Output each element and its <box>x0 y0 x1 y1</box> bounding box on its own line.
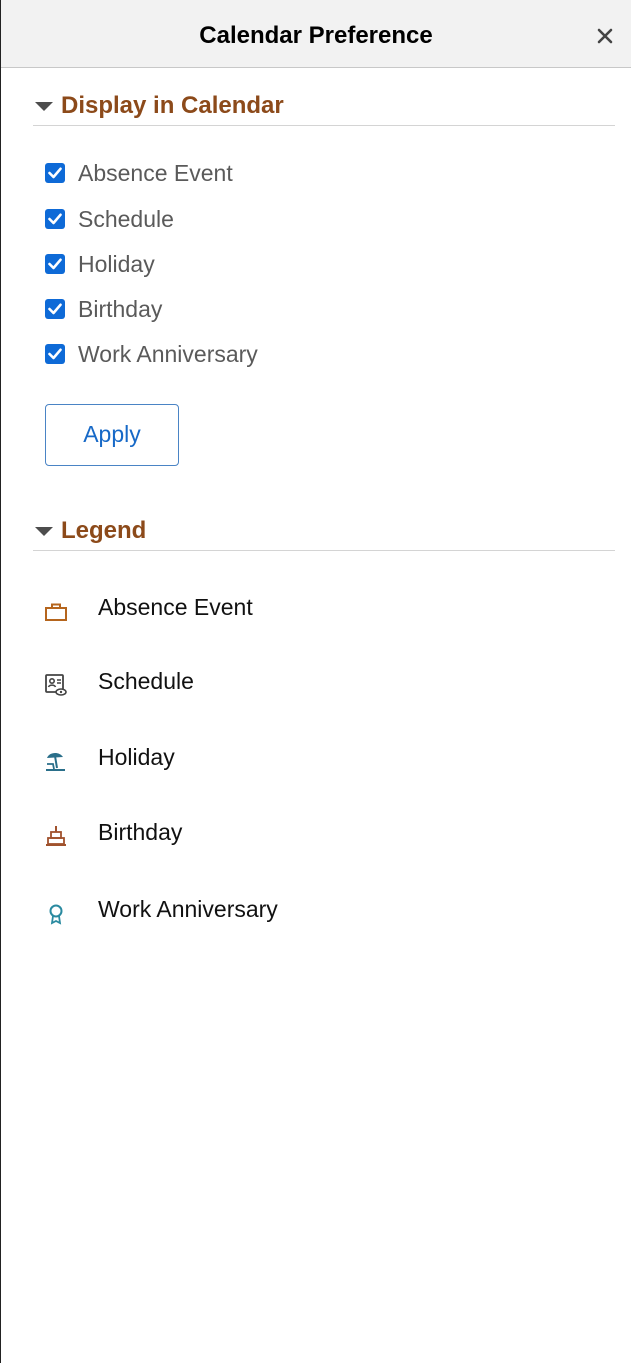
display-in-calendar-section-toggle[interactable]: Display in Calendar <box>33 90 615 126</box>
legend-item-absence-event: Absence Event <box>43 594 543 628</box>
beach-umbrella-icon <box>46 752 65 771</box>
legend-item-schedule: Schedule <box>43 668 543 702</box>
caret-down-icon <box>35 102 53 111</box>
award-ribbon-icon <box>49 904 63 925</box>
close-icon <box>597 28 613 44</box>
schedule-icon <box>45 674 67 696</box>
legend-section-toggle[interactable]: Legend <box>33 515 615 551</box>
checkmark-icon <box>48 303 62 315</box>
option-label: Schedule <box>78 206 174 232</box>
legend-label: Birthday <box>98 819 183 845</box>
panel-title: Calendar Preference <box>199 22 433 49</box>
holiday-checkbox[interactable] <box>45 254 65 274</box>
caret-down-icon <box>35 527 53 536</box>
schedule-checkbox[interactable] <box>45 209 65 229</box>
absence-event-checkbox[interactable] <box>45 163 65 183</box>
option-label: Work Anniversary <box>78 341 258 367</box>
option-label: Birthday <box>78 296 163 322</box>
checkmark-icon <box>48 167 62 179</box>
calendar-preference-panel: Calendar Preference Display in Calendar … <box>0 0 631 1363</box>
option-holiday[interactable]: Holiday <box>45 251 445 279</box>
legend-label: Schedule <box>98 668 194 694</box>
option-work-anniversary[interactable]: Work Anniversary <box>45 341 445 369</box>
option-label: Holiday <box>78 251 155 277</box>
option-birthday[interactable]: Birthday <box>45 296 445 324</box>
close-button[interactable] <box>593 24 617 48</box>
birthday-cake-icon <box>46 826 66 846</box>
section-title-legend: Legend <box>61 517 147 544</box>
legend-item-holiday: Holiday <box>43 744 543 778</box>
legend-item-work-anniversary: Work Anniversary <box>43 896 543 930</box>
checkmark-icon <box>48 258 62 270</box>
apply-button[interactable]: Apply <box>45 404 179 466</box>
work-anniversary-checkbox[interactable] <box>45 344 65 364</box>
panel-header: Calendar Preference <box>1 0 631 68</box>
checkmark-icon <box>48 213 62 225</box>
briefcase-icon <box>45 603 67 621</box>
option-absence-event[interactable]: Absence Event <box>45 160 445 188</box>
legend-label: Holiday <box>98 744 175 770</box>
option-schedule[interactable]: Schedule <box>45 206 445 234</box>
legend-label: Work Anniversary <box>98 896 278 922</box>
section-title-display: Display in Calendar <box>61 92 284 119</box>
checkmark-icon <box>48 348 62 360</box>
legend-label: Absence Event <box>98 594 253 620</box>
option-label: Absence Event <box>78 160 233 186</box>
birthday-checkbox[interactable] <box>45 299 65 319</box>
legend-item-birthday: Birthday <box>43 819 543 853</box>
